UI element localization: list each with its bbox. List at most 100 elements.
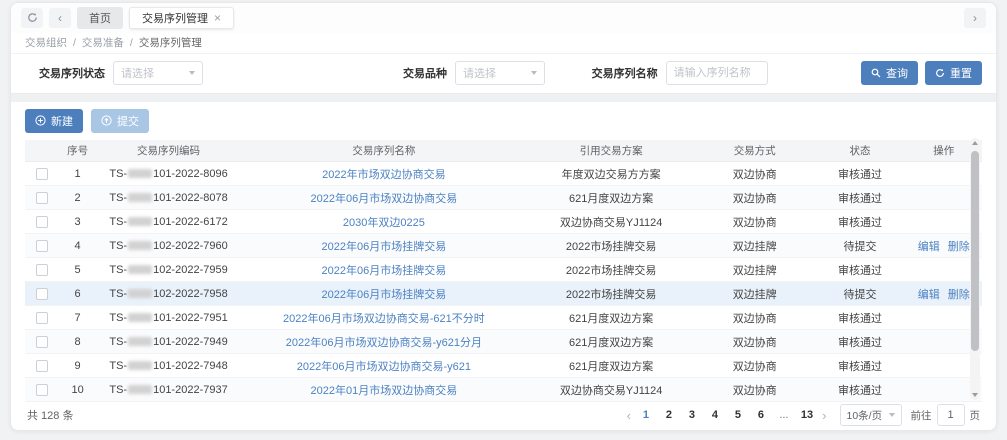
header-code: 交易序列编码 xyxy=(97,140,241,162)
row-index: 4 xyxy=(58,234,96,258)
header-status: 状态 xyxy=(815,140,906,162)
plus-circle-icon xyxy=(35,115,46,126)
app-window: ‹ 首页 交易序列管理 × › 交易组织 / 交易准备 / 交易序列管理 交易序… xyxy=(10,2,997,431)
redacted-code-segment xyxy=(128,217,152,226)
row-action-delete-link[interactable]: 删除 xyxy=(948,289,970,301)
pagination-page-1[interactable]: 1 xyxy=(640,409,652,421)
refresh-icon xyxy=(27,12,38,23)
row-status: 审核通过 xyxy=(815,210,906,234)
row-code: TS-101-2022-8096 xyxy=(97,162,241,186)
row-index: 10 xyxy=(58,378,96,402)
row-name-link[interactable]: 2022年市场双边协商交易 xyxy=(322,169,445,181)
row-action-edit-link[interactable]: 编辑 xyxy=(918,241,940,253)
row-code: TS-102-2022-7959 xyxy=(97,258,241,282)
row-name-link[interactable]: 2022年06月市场挂牌交易 xyxy=(321,265,446,277)
filter-variety-select[interactable]: 请选择 xyxy=(455,61,545,85)
row-name-link[interactable]: 2022年06月市场双边协商交易-y621分月 xyxy=(286,337,482,349)
row-name-link[interactable]: 2022年01月市场双边协商交易 xyxy=(310,385,457,397)
pagination-ellipsis: ... xyxy=(778,409,790,421)
pagination: ‹ 123456...13 › 10条/页 前往 页 xyxy=(627,404,980,426)
pagination-page-3[interactable]: 3 xyxy=(686,409,698,421)
row-checkbox[interactable] xyxy=(36,312,48,324)
scroll-tabs-right-button[interactable]: › xyxy=(964,8,986,28)
row-checkbox[interactable] xyxy=(36,336,48,348)
row-plan: 年度双边交易方方案 xyxy=(527,162,694,186)
row-name-link[interactable]: 2022年06月市场双边协商交易-y621 xyxy=(297,361,471,373)
create-button-label: 新建 xyxy=(51,113,73,129)
row-mode: 双边协商 xyxy=(695,354,815,378)
breadcrumb-item-org[interactable]: 交易组织 xyxy=(25,35,67,50)
pagination-next-icon[interactable]: › xyxy=(822,409,826,422)
row-name-link[interactable]: 2030年双边0225 xyxy=(343,217,425,229)
redacted-code-segment xyxy=(128,169,152,178)
table-row: 6TS-102-2022-79582022年06月市场挂牌交易2022市场挂牌交… xyxy=(25,282,982,306)
table-row: 8TS-101-2022-79492022年06月市场双边协商交易-y621分月… xyxy=(25,330,982,354)
redacted-code-segment xyxy=(128,361,152,370)
scroll-down-icon[interactable] xyxy=(972,393,978,397)
row-code: TS-101-2022-7949 xyxy=(97,330,241,354)
pagination-page-4[interactable]: 4 xyxy=(709,409,721,421)
row-checkbox[interactable] xyxy=(36,360,48,372)
redacted-code-segment xyxy=(128,337,152,346)
table-body: 1TS-101-2022-8096 2022年市场双边协商交易 年度双边交易方方案双… xyxy=(25,162,982,402)
row-checkbox[interactable] xyxy=(36,168,48,180)
row-name-link[interactable]: 2022年06月市场双边协商交易-621不分时 xyxy=(283,313,485,325)
row-mode: 双边挂牌 xyxy=(695,258,815,282)
row-checkbox[interactable] xyxy=(36,384,48,396)
row-index: 1 xyxy=(58,162,96,186)
table-row: 4TS-102-2022-79602022年06月市场挂牌交易2022市场挂牌交… xyxy=(25,234,982,258)
pagination-prev-icon[interactable]: ‹ xyxy=(627,409,631,422)
row-name-link[interactable]: 2022年06月市场双边协商交易 xyxy=(310,193,457,205)
breadcrumb-item-prepare[interactable]: 交易准备 xyxy=(82,35,124,50)
pagination-page-2[interactable]: 2 xyxy=(663,409,675,421)
scroll-up-icon[interactable] xyxy=(972,141,978,145)
main-content: 新建 提交 序号 交易序列编码 交易序列名称 引用交易方案 交易方式 状态 xyxy=(11,102,996,431)
pagination-page-5[interactable]: 5 xyxy=(732,409,744,421)
pagination-page-13[interactable]: 13 xyxy=(801,409,813,421)
row-checkbox[interactable] xyxy=(36,240,48,252)
submit-button[interactable]: 提交 xyxy=(91,109,149,133)
refresh-tabs-button[interactable] xyxy=(21,8,43,28)
reset-icon xyxy=(935,68,945,78)
filter-variety-label: 交易品种 xyxy=(403,65,447,81)
row-code: TS-102-2022-7960 xyxy=(97,234,241,258)
row-code: TS-101-2022-6172 xyxy=(97,210,241,234)
row-status: 审核通过 xyxy=(815,330,906,354)
row-checkbox[interactable] xyxy=(36,264,48,276)
goto-page-input[interactable] xyxy=(937,404,965,426)
row-status: 审核通过 xyxy=(815,378,906,402)
search-button[interactable]: 查询 xyxy=(861,61,918,85)
pagination-page-6[interactable]: 6 xyxy=(755,409,767,421)
row-plan: 621月度双边方案 xyxy=(527,306,694,330)
filter-status-label: 交易序列状态 xyxy=(39,65,105,81)
scroll-tabs-left-button[interactable]: ‹ xyxy=(49,8,71,28)
row-name-link[interactable]: 2022年06月市场挂牌交易 xyxy=(321,289,446,301)
row-action-edit-link[interactable]: 编辑 xyxy=(918,289,940,301)
row-plan: 2022市场挂牌交易 xyxy=(527,282,694,306)
submit-button-label: 提交 xyxy=(117,113,139,129)
vertical-scrollbar[interactable] xyxy=(970,138,980,401)
filter-status-select[interactable]: 请选择 xyxy=(113,61,203,85)
page-size-select[interactable]: 10条/页 xyxy=(840,404,902,426)
row-action-delete-link[interactable]: 删除 xyxy=(948,241,970,253)
tab-transaction-sequence-label: 交易序列管理 xyxy=(142,10,208,26)
tab-transaction-sequence[interactable]: 交易序列管理 × xyxy=(129,7,234,29)
close-tab-icon[interactable]: × xyxy=(214,12,221,24)
row-index: 9 xyxy=(58,354,96,378)
create-button[interactable]: 新建 xyxy=(25,109,83,133)
row-status: 审核通过 xyxy=(815,354,906,378)
row-plan: 621月度双边方案 xyxy=(527,330,694,354)
reset-button[interactable]: 重置 xyxy=(925,61,982,85)
tab-home[interactable]: 首页 xyxy=(77,7,123,29)
row-name-link[interactable]: 2022年06月市场挂牌交易 xyxy=(321,241,446,253)
scrollbar-thumb[interactable] xyxy=(971,151,979,351)
sequence-name-input[interactable] xyxy=(666,61,768,85)
row-code: TS-101-2022-8078 xyxy=(97,186,241,210)
chevron-right-icon: › xyxy=(973,9,977,27)
row-checkbox[interactable] xyxy=(36,216,48,228)
row-checkbox[interactable] xyxy=(36,288,48,300)
row-checkbox[interactable] xyxy=(36,192,48,204)
table-toolbar: 新建 提交 xyxy=(25,109,982,133)
row-plan: 2022市场挂牌交易 xyxy=(527,258,694,282)
total-count: 共 128 条 xyxy=(27,407,73,423)
